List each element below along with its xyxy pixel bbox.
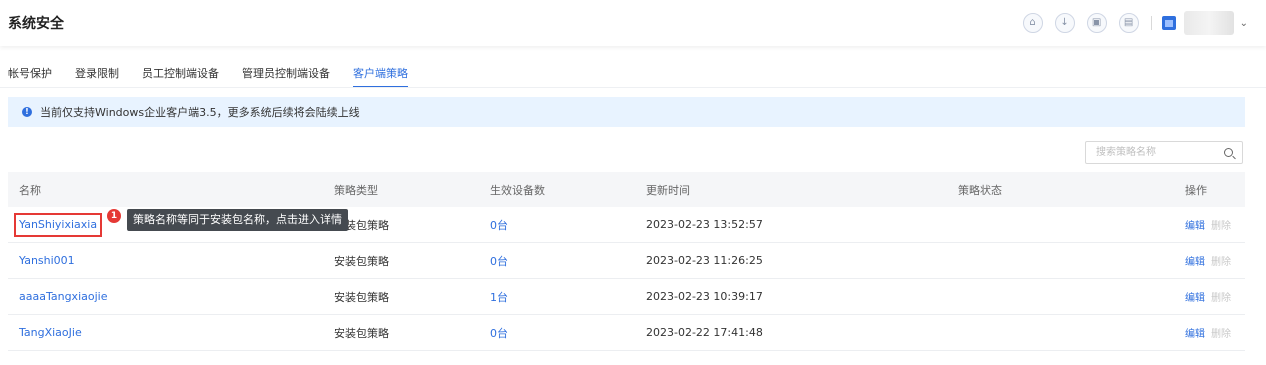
info-notice: ! 当前仅支持Windows企业客户端3.5，更多系统后续将会陆续上线	[8, 97, 1245, 127]
delete-button[interactable]: 删除	[1211, 329, 1231, 340]
edit-button[interactable]: 编辑	[1185, 293, 1205, 304]
device-count[interactable]: 0台	[490, 325, 508, 341]
delete-button[interactable]: 删除	[1211, 221, 1231, 232]
policy-name-link[interactable]: TangXiaoJie	[19, 326, 82, 339]
updated-time: 2023-02-23 13:52:57	[646, 218, 763, 231]
search-box	[1085, 141, 1243, 164]
search-icon[interactable]	[1224, 148, 1233, 157]
table-row: Yanshi001 安装包策略 0台 2023-02-23 11:26:25 编…	[8, 243, 1245, 279]
annotation-badge: 1	[107, 209, 121, 223]
header-name: 名称	[19, 183, 41, 197]
download-icon[interactable]: ↓	[1054, 13, 1075, 33]
device-count[interactable]: 1台	[490, 289, 508, 305]
user-name-blurred[interactable]	[1183, 11, 1234, 35]
header-type: 策略类型	[334, 183, 378, 197]
policy-type: 安装包策略	[334, 326, 389, 340]
header-toolbar: ⌂ ↓ ▣ ▤ ⌄	[1011, 11, 1248, 35]
notice-text: 当前仅支持Windows企业客户端3.5，更多系统后续将会陆续上线	[40, 106, 360, 119]
delete-button[interactable]: 删除	[1211, 257, 1231, 268]
header-actions: 操作	[1185, 183, 1207, 197]
edit-button[interactable]: 编辑	[1185, 257, 1205, 268]
search-input[interactable]	[1094, 146, 1226, 159]
updated-time: 2023-02-22 17:41:48	[646, 326, 763, 339]
header-updated: 更新时间	[646, 183, 690, 197]
tab-client-policy[interactable]: 客户端策略	[353, 65, 408, 88]
header-devices: 生效设备数	[490, 183, 545, 197]
highlight-box	[14, 213, 102, 237]
policy-name-link[interactable]: aaaaTangxiaojie	[19, 290, 107, 303]
edit-button[interactable]: 编辑	[1185, 221, 1205, 232]
info-icon: !	[22, 107, 32, 117]
table-header: 名称 策略类型 生效设备数 更新时间 策略状态 操作	[8, 172, 1245, 207]
chevron-down-icon[interactable]: ⌄	[1240, 18, 1248, 29]
updated-time: 2023-02-23 11:26:25	[646, 254, 763, 267]
tab-bar: 帐号保护 登录限制 员工控制端设备 管理员控制端设备 客户端策略	[8, 65, 431, 88]
tabs-divider	[0, 87, 1266, 88]
home-icon[interactable]: ⌂	[1022, 13, 1043, 33]
policy-type: 安装包策略	[334, 290, 389, 304]
table-row: TangXiaoJie 安装包策略 0台 2023-02-22 17:41:48…	[8, 315, 1245, 351]
annotation-tooltip: 策略名称等同于安装包名称，点击进入详情	[127, 209, 348, 231]
clipboard-icon[interactable]: ▤	[1118, 13, 1139, 33]
page-title: 系统安全	[8, 16, 64, 32]
device-count[interactable]: 0台	[490, 253, 508, 269]
header-status: 策略状态	[958, 183, 1002, 197]
calendar-icon[interactable]: ▣	[1086, 13, 1107, 33]
tab-login-restriction[interactable]: 登录限制	[75, 65, 119, 88]
tab-employee-devices[interactable]: 员工控制端设备	[142, 65, 219, 88]
table-row: aaaaTangxiaojie 安装包策略 1台 2023-02-23 10:3…	[8, 279, 1245, 315]
avatar[interactable]	[1161, 16, 1176, 30]
toolbar-divider	[1150, 16, 1152, 30]
policy-name-link[interactable]: Yanshi001	[19, 254, 75, 267]
top-bar: 系统安全 ⌂ ↓ ▣ ▤ ⌄	[0, 0, 1266, 46]
edit-button[interactable]: 编辑	[1185, 329, 1205, 340]
delete-button[interactable]: 删除	[1211, 293, 1231, 304]
tab-admin-devices[interactable]: 管理员控制端设备	[242, 65, 330, 88]
tab-account-protection[interactable]: 帐号保护	[8, 65, 52, 88]
policy-table: 名称 策略类型 生效设备数 更新时间 策略状态 操作 YanShiyixiaxi…	[8, 172, 1245, 351]
updated-time: 2023-02-23 10:39:17	[646, 290, 763, 303]
policy-type: 安装包策略	[334, 254, 389, 268]
device-count[interactable]: 0台	[490, 217, 508, 233]
